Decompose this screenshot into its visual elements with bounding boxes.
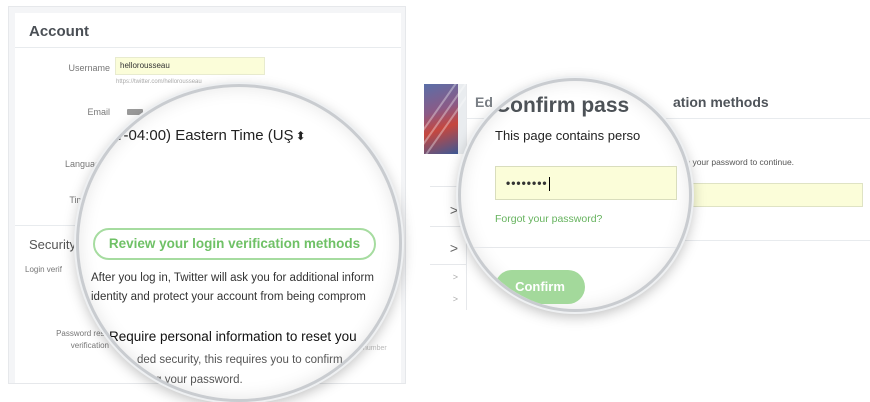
page-title-fragment: Ed — [475, 94, 493, 110]
login-verification-desc-line1: After you log in, Twitter will ask you f… — [91, 272, 374, 284]
email-value-redacted — [127, 109, 143, 115]
sidebar-divider — [430, 226, 466, 227]
sidebar-item-chevron-icon[interactable]: > — [450, 202, 458, 218]
page-subtitle-tail: m your password to continue. — [683, 157, 795, 167]
confirm-button[interactable]: Confirm — [495, 270, 585, 304]
require-desc-line1: ded security, this requires you to confi… — [137, 354, 343, 366]
email-label: Email — [87, 107, 110, 117]
password-reset-label-line2: verification — [70, 341, 109, 350]
review-login-verification-button[interactable]: Review your login verification methods — [93, 228, 376, 260]
page-title: Confirm pass — [495, 94, 630, 117]
password-mask: •••••••• — [506, 176, 548, 190]
password-input[interactable]: •••••••• — [495, 166, 677, 200]
text-cursor — [548, 176, 550, 191]
magnifier-confirm: Confirm pass This page contains perso ••… — [458, 78, 692, 312]
password-reset-label: Password rese — [56, 329, 109, 338]
sidebar-divider — [430, 264, 466, 265]
timezone-select[interactable]: IT-04:00) Eastern Time (UŞ ⬍ — [111, 127, 306, 144]
divider — [461, 247, 689, 248]
account-heading: Account — [29, 23, 89, 40]
page-title-tail: ation methods — [673, 94, 769, 110]
login-verification-label: Login verif — [25, 265, 62, 274]
password-field-background[interactable] — [679, 183, 863, 207]
divider — [15, 47, 401, 48]
require-desc-line2: ting your password. — [143, 374, 243, 386]
profile-header-image — [424, 84, 478, 157]
magnifier-settings: IT-04:00) Eastern Time (UŞ ⬍ Review your … — [76, 84, 402, 402]
username-input[interactable]: hellorousseau — [115, 57, 265, 75]
username-url: https://twitter.com/hellorousseau — [116, 79, 202, 85]
login-verification-desc-line2: identity and protect your account from b… — [91, 291, 366, 303]
sidebar-item-chevron-icon[interactable]: > — [453, 294, 458, 304]
forgot-password-link[interactable]: Forgot your password? — [495, 213, 602, 225]
sidebar-item-chevron-icon[interactable]: > — [453, 272, 458, 282]
timezone-value: IT-04:00) Eastern Time (UŞ — [111, 127, 294, 144]
number-hint: number — [363, 345, 387, 352]
sidebar-item-chevron-icon[interactable]: > — [450, 240, 458, 256]
username-label: Username — [68, 63, 110, 73]
security-heading: Security — [29, 237, 76, 252]
require-personal-info-checkbox-label[interactable]: Require personal information to reset yo… — [109, 329, 357, 344]
select-arrows-icon: ⬍ — [295, 129, 306, 143]
page-subtitle: This page contains perso — [495, 128, 641, 143]
